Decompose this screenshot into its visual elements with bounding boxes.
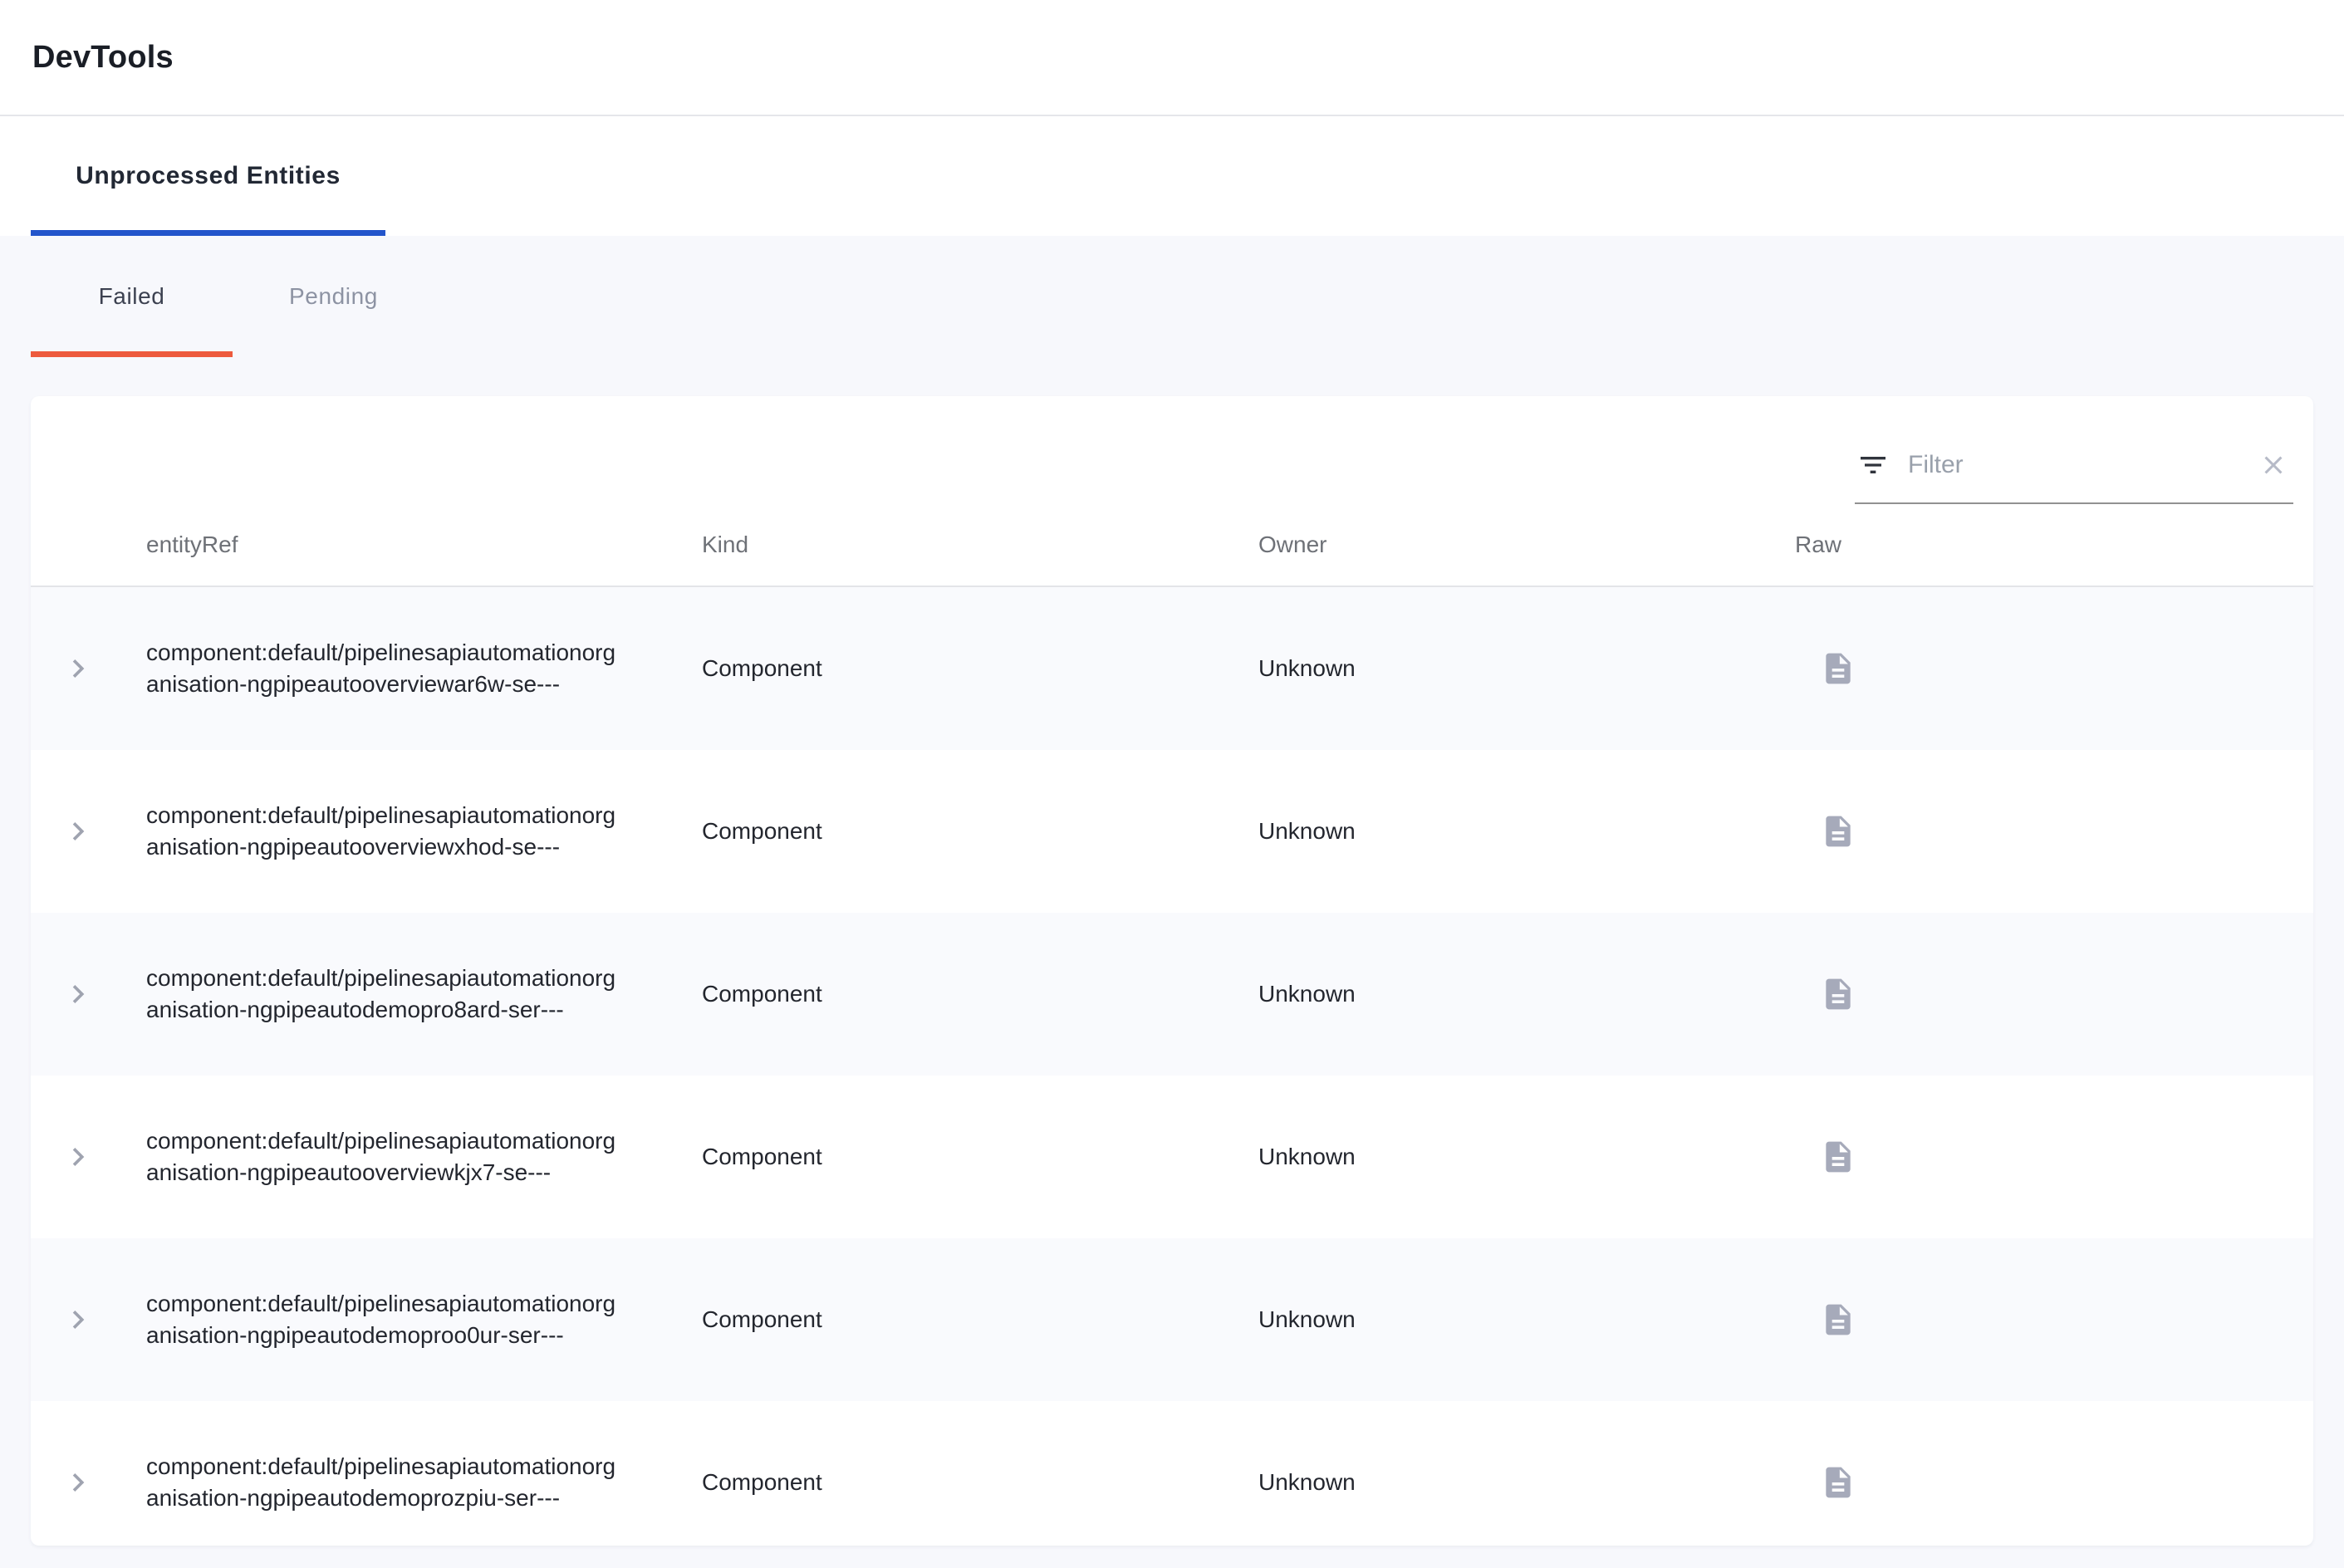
- chevron-right-icon: [60, 813, 96, 850]
- filter-field[interactable]: [1855, 428, 2293, 504]
- kind-cell: Component: [702, 1144, 1258, 1170]
- document-icon: [1820, 1301, 1856, 1338]
- document-icon: [1820, 976, 1856, 1012]
- column-header-kind: Kind: [702, 532, 1258, 558]
- table-row: component:default/pipelinesapiautomation…: [31, 750, 2313, 913]
- expand-row-button[interactable]: [31, 1139, 146, 1175]
- kind-cell: Component: [702, 655, 1258, 682]
- page-title: DevTools: [32, 40, 174, 76]
- active-tab-indicator: [31, 230, 385, 236]
- column-header-raw: Raw: [1795, 532, 2313, 558]
- table-row: component:default/pipelinesapiautomation…: [31, 1076, 2313, 1238]
- tab-label: Pending: [289, 283, 378, 310]
- chevron-right-icon: [60, 976, 96, 1012]
- view-raw-button[interactable]: [1820, 1139, 1856, 1175]
- filter-list-icon: [1856, 448, 1890, 482]
- tab-unprocessed-entities[interactable]: Unprocessed Entities: [31, 116, 385, 236]
- raw-cell: [1795, 650, 2313, 687]
- raw-cell: [1795, 1301, 2313, 1338]
- entityref-cell: component:default/pipelinesapiautomation…: [146, 637, 626, 700]
- document-icon: [1820, 1139, 1856, 1175]
- table-header-row: entityRef Kind Owner Raw: [31, 504, 2313, 587]
- view-raw-button[interactable]: [1820, 1301, 1856, 1338]
- owner-cell: Unknown: [1258, 655, 1795, 682]
- kind-cell: Component: [702, 981, 1258, 1007]
- table-row: component:default/pipelinesapiautomation…: [31, 1238, 2313, 1401]
- kind-cell: Component: [702, 1469, 1258, 1496]
- document-icon: [1820, 650, 1856, 687]
- owner-cell: Unknown: [1258, 1144, 1795, 1170]
- tab-label: Unprocessed Entities: [76, 162, 341, 190]
- table-body: component:default/pipelinesapiautomation…: [31, 587, 2313, 1546]
- app-header: DevTools: [0, 0, 2344, 116]
- tab-failed[interactable]: Failed: [31, 236, 233, 357]
- view-raw-button[interactable]: [1820, 1464, 1856, 1501]
- content-area: Failed Pending: [0, 236, 2344, 1568]
- owner-cell: Unknown: [1258, 981, 1795, 1007]
- view-raw-button[interactable]: [1820, 813, 1856, 850]
- kind-cell: Component: [702, 818, 1258, 845]
- column-header-owner: Owner: [1258, 532, 1795, 558]
- expand-row-button[interactable]: [31, 1301, 146, 1338]
- expand-row-button[interactable]: [31, 1464, 146, 1501]
- unprocessed-entities-card: entityRef Kind Owner Raw component:defau…: [31, 396, 2313, 1546]
- raw-cell: [1795, 976, 2313, 1012]
- kind-cell: Component: [702, 1306, 1258, 1333]
- chevron-right-icon: [60, 1301, 96, 1338]
- entityref-cell: component:default/pipelinesapiautomation…: [146, 963, 626, 1026]
- entityref-cell: component:default/pipelinesapiautomation…: [146, 800, 626, 863]
- view-raw-button[interactable]: [1820, 976, 1856, 1012]
- tab-pending[interactable]: Pending: [233, 236, 434, 357]
- document-icon: [1820, 813, 1856, 850]
- expand-row-button[interactable]: [31, 813, 146, 850]
- chevron-right-icon: [60, 650, 96, 687]
- active-subtab-indicator: [31, 351, 233, 357]
- main-tab-bar: Unprocessed Entities: [0, 116, 2344, 236]
- column-header-entityref: entityRef: [146, 532, 702, 558]
- entityref-cell: component:default/pipelinesapiautomation…: [146, 1451, 626, 1514]
- table-row: component:default/pipelinesapiautomation…: [31, 587, 2313, 750]
- expand-row-button[interactable]: [31, 976, 146, 1012]
- chevron-right-icon: [60, 1464, 96, 1501]
- table-row: component:default/pipelinesapiautomation…: [31, 913, 2313, 1076]
- filter-row: [31, 396, 2313, 504]
- entityref-cell: component:default/pipelinesapiautomation…: [146, 1288, 626, 1351]
- expand-row-button[interactable]: [31, 650, 146, 687]
- clear-filter-button[interactable]: [2253, 445, 2293, 485]
- status-tab-bar: Failed Pending: [0, 236, 2344, 357]
- document-icon: [1820, 1464, 1856, 1501]
- owner-cell: Unknown: [1258, 1306, 1795, 1333]
- view-raw-button[interactable]: [1820, 650, 1856, 687]
- owner-cell: Unknown: [1258, 1469, 1795, 1496]
- raw-cell: [1795, 813, 2313, 850]
- raw-cell: [1795, 1139, 2313, 1175]
- raw-cell: [1795, 1464, 2313, 1501]
- table-row: component:default/pipelinesapiautomation…: [31, 1401, 2313, 1546]
- filter-input[interactable]: [1908, 451, 2247, 479]
- tab-label: Failed: [99, 283, 165, 310]
- close-icon: [2258, 450, 2288, 480]
- owner-cell: Unknown: [1258, 818, 1795, 845]
- entityref-cell: component:default/pipelinesapiautomation…: [146, 1125, 626, 1188]
- chevron-right-icon: [60, 1139, 96, 1175]
